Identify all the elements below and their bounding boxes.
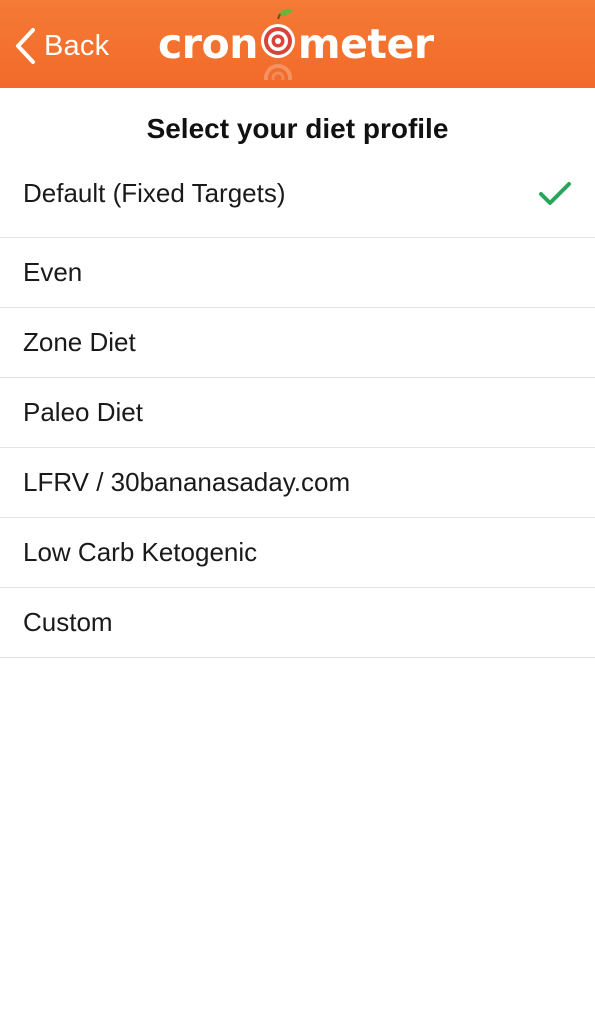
diet-profile-lfrv[interactable]: LFRV / 30bananasaday.com: [0, 448, 595, 518]
diet-profile-default-fixed-targets[interactable]: Default (Fixed Targets): [0, 178, 595, 238]
diet-profile-paleo-diet[interactable]: Paleo Diet: [0, 378, 595, 448]
list-item-label: LFRV / 30bananasaday.com: [23, 467, 351, 497]
chevron-left-icon: [16, 28, 35, 64]
list-item-label: Zone Diet: [23, 327, 136, 357]
back-button-label: Back: [44, 29, 110, 62]
list-item-label: Custom: [23, 607, 113, 637]
logo-text-right: meter: [297, 19, 434, 68]
list-item-label: Even: [23, 257, 83, 287]
diet-profile-low-carb-ketogenic[interactable]: Low Carb Ketogenic: [0, 518, 595, 588]
checkmark-icon: [539, 182, 571, 205]
list-item-label: Low Carb Ketogenic: [23, 537, 258, 567]
apple-target-logo-icon: [260, 8, 295, 80]
page-title: Select your diet profile: [146, 113, 449, 144]
back-button[interactable]: Back: [14, 26, 109, 66]
diet-profile-custom[interactable]: Custom: [0, 588, 595, 658]
diet-profile-zone-diet[interactable]: Zone Diet: [0, 308, 595, 378]
cronometer-logo: cron meter: [158, 8, 434, 80]
top-navigation-bar: Back cron meter: [0, 0, 595, 88]
logo-text-left: cron: [158, 19, 258, 68]
list-item-label: Paleo Diet: [23, 397, 143, 427]
diet-profile-even[interactable]: Even: [0, 238, 595, 308]
diet-profile-list: Default (Fixed Targets) Even Zone Diet P…: [0, 178, 595, 658]
list-item-label: Default (Fixed Targets): [23, 178, 286, 208]
